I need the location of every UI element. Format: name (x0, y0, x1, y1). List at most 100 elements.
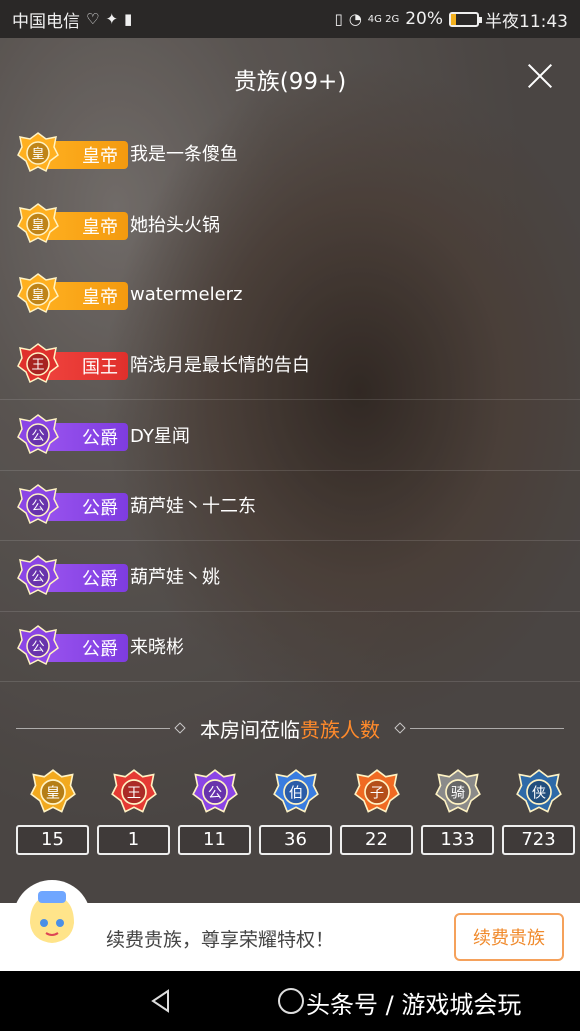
rank-count-item[interactable]: 骑 133 (421, 768, 494, 855)
promo-text: 续费贵族，尊享荣耀特权！ (106, 929, 335, 951)
svg-text:公: 公 (31, 570, 44, 585)
watermark-text: 头条号 / 游戏城会玩 (306, 991, 522, 1019)
username: 我是一条傻鱼 (130, 144, 238, 166)
rank-badge: 皇帝皇 (16, 132, 128, 173)
svg-text:侠: 侠 (531, 785, 545, 801)
svg-text:皇: 皇 (31, 288, 44, 303)
panel-title: 贵族(99+) (233, 69, 347, 95)
close-icon[interactable] (526, 62, 554, 90)
home-icon[interactable] (278, 988, 304, 1014)
wifi-icon: ◔ (348, 10, 362, 28)
notification-icon: ✦ (105, 10, 119, 28)
svg-text:公: 公 (31, 499, 44, 514)
rank-crest-icon: 公 (16, 624, 60, 668)
renew-noble-button[interactable]: 续费贵族 (454, 913, 564, 961)
rank-crest-icon: 公 (191, 768, 239, 816)
noble-row[interactable]: 公爵公 DY星闻 (0, 400, 580, 471)
rank-crest-icon: 皇 (16, 131, 60, 175)
rank-crest-icon: 皇 (16, 272, 60, 316)
rank-crest-icon: 侠 (515, 768, 563, 816)
noble-row[interactable]: 公爵公葫芦娃丶十二东 (0, 471, 580, 541)
rank-crest-icon: 公 (16, 554, 60, 598)
divider-text: 本房间莅临贵族人数 (190, 714, 390, 743)
rank-crest-icon: 子 (353, 768, 401, 816)
rank-count-value: 36 (259, 825, 332, 855)
rank-count-item[interactable]: 伯 36 (259, 768, 332, 855)
rank-count-value: 22 (340, 825, 413, 855)
username: 葫芦娃丶姚 (130, 566, 220, 588)
rank-count-value: 723 (502, 825, 575, 855)
rank-count-item[interactable]: 皇 15 (16, 768, 89, 855)
noble-list: 皇帝皇我是一条傻鱼 皇帝皇她抬头火锅 皇帝皇 watermelerz 国王王陪浅月是最长… (0, 118, 580, 682)
noble-row[interactable]: 皇帝皇 watermelerz (0, 259, 580, 330)
renew-promo-bar: 续费贵族，尊享荣耀特权！ 续费贵族 (0, 883, 580, 971)
username: 她抬头火锅 (130, 214, 220, 236)
rank-crest-icon: 皇 (16, 202, 60, 246)
svg-text:伯: 伯 (288, 785, 302, 801)
svg-text:王: 王 (31, 358, 44, 373)
rank-count-value: 11 (178, 825, 251, 855)
rank-crest-icon: 公 (16, 413, 60, 457)
vpn-icon: ♡ (86, 10, 100, 28)
battery-icon (449, 11, 482, 27)
back-icon[interactable] (148, 988, 174, 1014)
noble-row[interactable]: 国王王陪浅月是最长情的告白 (0, 330, 580, 400)
rank-count-item[interactable]: 侠 723 (502, 768, 575, 855)
rank-count-value: 133 (421, 825, 494, 855)
diamond-icon (174, 722, 186, 734)
noble-count-divider: 本房间莅临贵族人数 (16, 710, 564, 746)
rank-count-item[interactable]: 公 11 (178, 768, 251, 855)
divider-text-highlight: 贵族人数 (300, 717, 380, 742)
diamond-icon (394, 722, 406, 734)
svg-text:子: 子 (369, 785, 383, 801)
noble-row[interactable]: 皇帝皇她抬头火锅 (0, 189, 580, 260)
carrier-label: 中国电信 (12, 11, 80, 32)
rank-crest-icon: 王 (110, 768, 158, 816)
rank-crest-icon: 骑 (434, 768, 482, 816)
noble-row[interactable]: 公爵公葫芦娃丶姚 (0, 541, 580, 612)
noble-row[interactable]: 公爵公来晓彬 (0, 612, 580, 682)
network-label: 4G 2G (367, 13, 400, 25)
clock: 半夜11:43 (485, 11, 568, 32)
svg-text:骑: 骑 (450, 785, 464, 801)
rank-badge: 公爵公 (16, 484, 128, 525)
noble-panel: 贵族(99+) 皇帝皇我是一条傻鱼 皇帝皇她抬头火锅 皇帝皇 watermelerz 国… (0, 38, 580, 903)
noble-row[interactable]: 皇帝皇我是一条傻鱼 (0, 118, 580, 189)
svg-text:公: 公 (31, 640, 44, 655)
rank-crest-icon: 伯 (272, 768, 320, 816)
rank-badge: 公爵公 (16, 413, 128, 454)
svg-text:公: 公 (207, 785, 221, 801)
username: 陪浅月是最长情的告白 (130, 355, 310, 377)
divider-line-right (410, 727, 564, 729)
vibrate-icon: ▯ (334, 10, 343, 28)
username: 葫芦娃丶十二东 (130, 496, 256, 518)
rank-count-value: 15 (16, 825, 89, 855)
rank-badge: 公爵公 (16, 554, 128, 595)
svg-text:公: 公 (31, 429, 44, 444)
alert-icon: ▮ (124, 10, 133, 28)
rank-crest-icon: 皇 (29, 768, 77, 816)
rank-badge: 皇帝皇 (16, 202, 128, 243)
username: watermelerz (130, 283, 243, 305)
svg-text:王: 王 (126, 785, 140, 801)
rank-crest-icon: 公 (16, 483, 60, 527)
username: DY星闻 (130, 425, 190, 447)
mascot-avatar (16, 883, 88, 955)
rank-badge: 公爵公 (16, 625, 128, 666)
rank-badge: 皇帝皇 (16, 273, 128, 314)
rank-count-item[interactable]: 子 22 (340, 768, 413, 855)
rank-crest-icon: 王 (16, 342, 60, 386)
rank-count-value: 1 (97, 825, 170, 855)
status-bar: 中国电信 ♡ ✦ ▮ ▯ ◔ 4G 2G 20% 半夜11:43 (0, 0, 580, 38)
rank-count-item[interactable]: 王1 (97, 768, 170, 855)
system-nav-bar: 头条号 / 游戏城会玩 (0, 971, 580, 1031)
rank-badge: 国王王 (16, 343, 128, 384)
battery-percent: 20% (405, 9, 443, 29)
svg-text:皇: 皇 (31, 147, 44, 162)
divider-line-left (16, 727, 170, 729)
username: 来晓彬 (130, 637, 184, 659)
rank-count-row: 皇 15 王 1 公 11 伯 36 子 22 骑 133 侠 723 (16, 768, 580, 855)
svg-text:皇: 皇 (45, 784, 59, 801)
svg-text:皇: 皇 (31, 218, 44, 233)
divider-text-prefix: 本房间莅临 (200, 717, 300, 742)
